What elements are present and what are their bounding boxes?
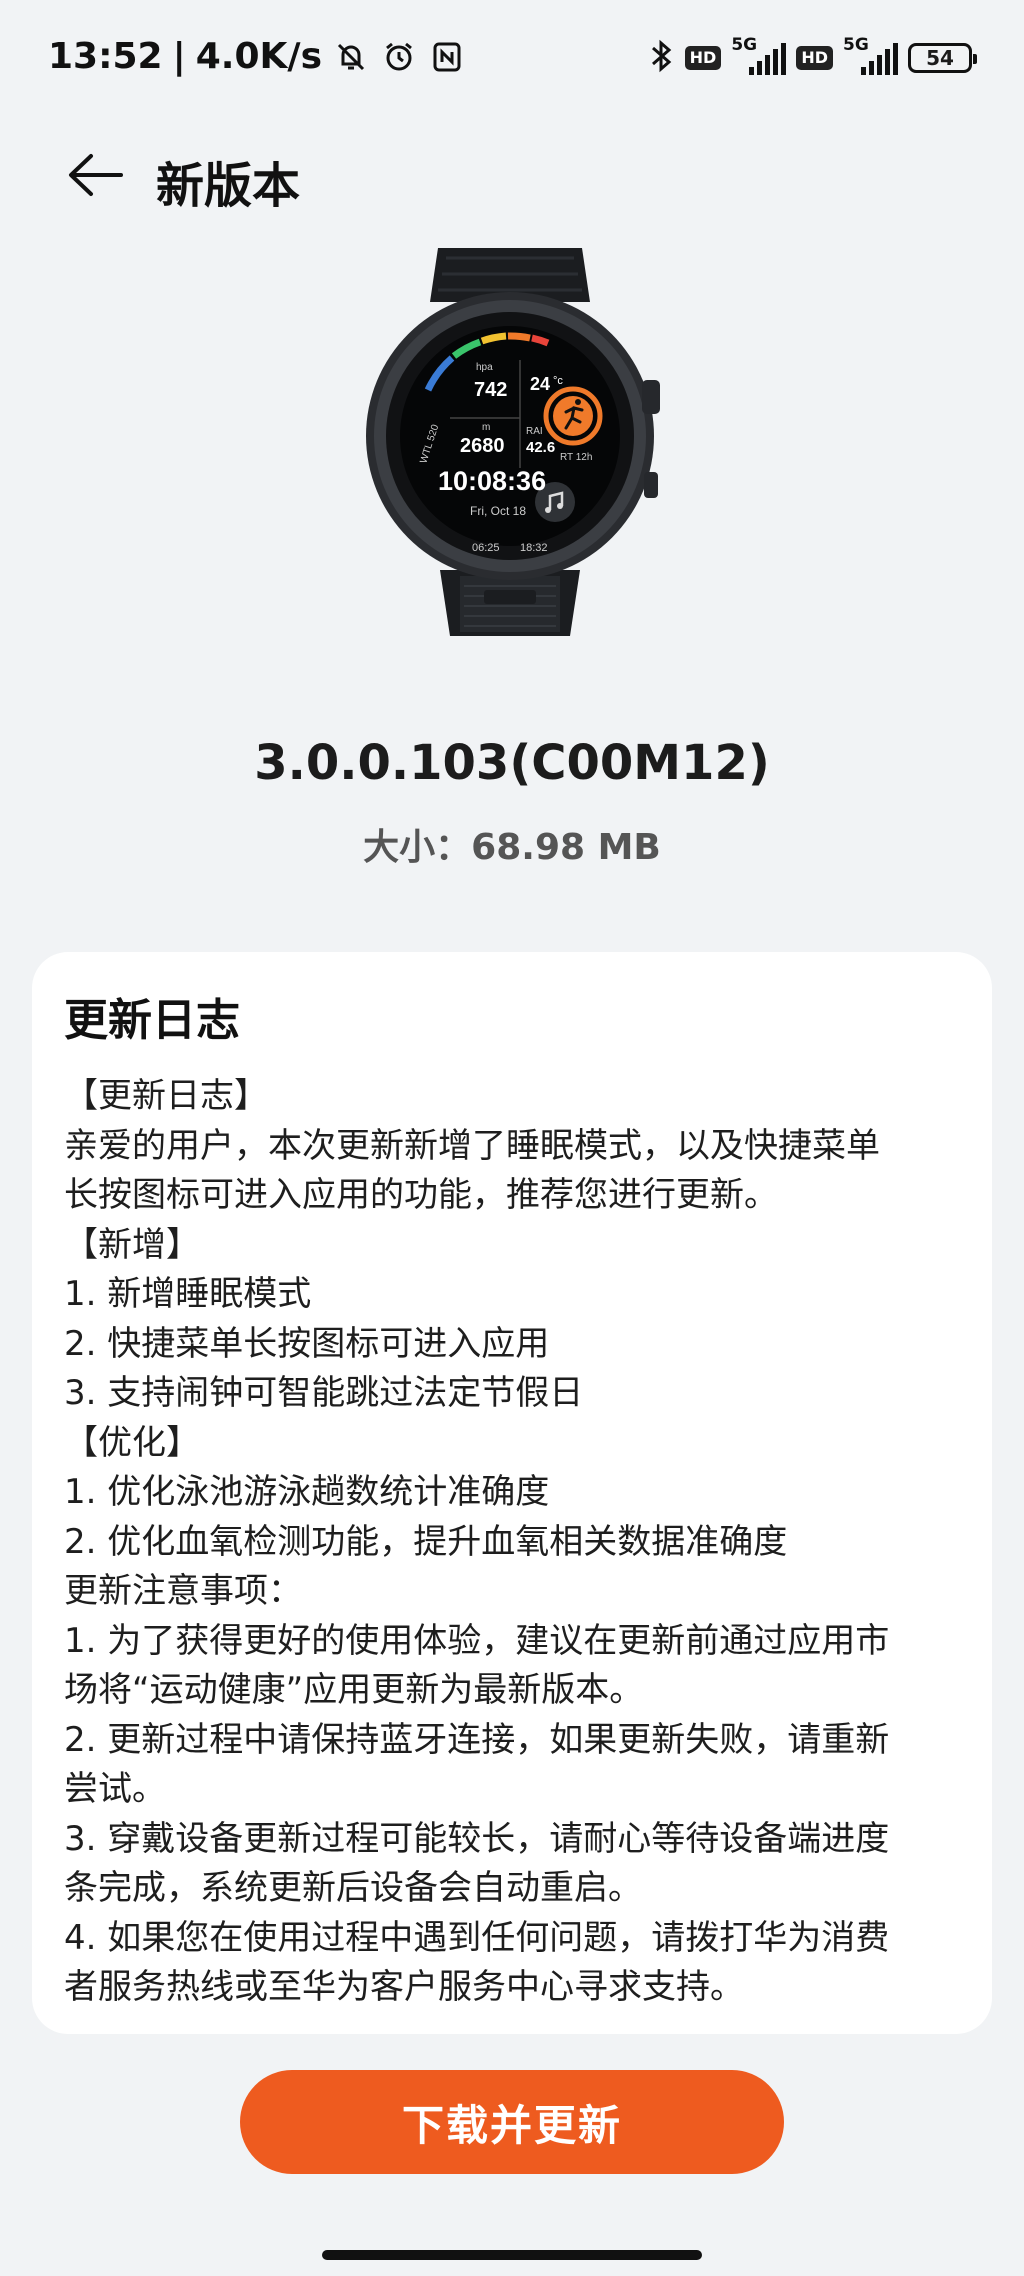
changelog-line: 者服务热线或至华为客户服务中心寻求支持。 xyxy=(64,1967,744,2007)
bluetooth-icon xyxy=(649,38,675,78)
watch-rt-label: RT 12h xyxy=(560,452,592,463)
changelog-line: 2. 快捷菜单长按图标可进入应用 xyxy=(64,1323,550,1364)
changelog-card: 更新日志 【更新日志】 亲爱的用户，本次更新新增了睡眠模式，以及快捷菜单 长按图… xyxy=(32,952,992,2034)
changelog-line: 3. 穿戴设备更新过程可能较长，请耐心等待设备端进度 xyxy=(64,1818,890,1859)
watch-rai-label: RAI xyxy=(526,426,543,437)
changelog-line: 2. 优化血氧检测功能，提升血氧相关数据准确度 xyxy=(64,1521,788,1562)
version-number: 3.0.0.103(C00M12) xyxy=(254,735,770,791)
changelog-line: 更新注意事项： xyxy=(64,1571,302,1611)
mute-icon xyxy=(332,38,370,76)
changelog-line: 1. 优化泳池游泳趟数统计准确度 xyxy=(64,1472,550,1512)
size-label: 大小： xyxy=(363,827,472,868)
changelog-line: 条完成，系统更新后设备会自动重启。 xyxy=(64,1868,642,1908)
home-indicator[interactable] xyxy=(322,2250,702,2260)
changelog-line: 【更新日志】 xyxy=(64,1076,268,1116)
header: 新版本 xyxy=(0,130,1024,220)
hd-badge-2: HD xyxy=(796,46,833,70)
hd-badge: HD xyxy=(684,46,722,70)
watch-pressure-unit: hpa xyxy=(476,362,493,373)
watch-date: Fri, Oct 18 xyxy=(470,504,526,518)
watch-rai-value: 42.6 xyxy=(526,439,555,456)
battery-indicator: 54 xyxy=(908,43,977,73)
changelog-line: 长按图标可进入应用的功能，推荐您进行更新。 xyxy=(64,1175,778,1215)
signal-strength-icon: 5G xyxy=(731,35,787,75)
status-right: HD 5G HD 5G 54 xyxy=(649,35,977,78)
watch-temp-unit: °c xyxy=(553,375,563,387)
status-bar: 13:52 | 4.0K/s HD 5G HD 5G 54 xyxy=(0,0,1024,120)
changelog-line: 场将“运动健康”应用更新为最新版本。 xyxy=(64,1670,644,1710)
watch-altitude: 2680 xyxy=(460,435,505,457)
changelog-body: 【更新日志】 亲爱的用户，本次更新新增了睡眠模式，以及快捷菜单 长按图标可进入应… xyxy=(64,1072,962,2013)
changelog-line: 3. 支持闹钟可智能跳过法定节假日 xyxy=(64,1373,584,1413)
back-button[interactable] xyxy=(60,140,130,210)
watch-temp: 24 xyxy=(530,374,550,394)
watch-image: hpa 742 24 °c m 2680 RAI 42.6 RT 12h 10:… xyxy=(360,240,660,640)
changelog-line: 尝试。 xyxy=(64,1769,166,1809)
watch-sunset: 18:32 xyxy=(520,542,548,554)
changelog-line: 4. 如果您在使用过程中遇到任何问题，请拨打华为消费 xyxy=(64,1917,890,1958)
changelog-line: 1. 新增睡眠模式 xyxy=(64,1274,312,1314)
changelog-line: 【优化】 xyxy=(64,1422,200,1463)
status-left: 13:52 | 4.0K/s xyxy=(48,36,466,77)
alarm-icon xyxy=(380,38,418,76)
page-title: 新版本 xyxy=(156,158,301,214)
watch-pressure: 742 xyxy=(474,379,507,401)
changelog-line: 1. 为了获得更好的使用体验，建议在更新前通过应用市 xyxy=(64,1620,890,1661)
status-time: 13:52 xyxy=(48,36,163,77)
signal-strength-icon-2: 5G xyxy=(843,35,898,75)
changelog-line: 【新增】 xyxy=(64,1224,200,1265)
status-separator: | xyxy=(172,36,186,77)
package-size: 大小：68.98 MB xyxy=(0,818,1024,870)
net-speed: 4.0K/s xyxy=(195,36,322,77)
changelog-line: 亲爱的用户，本次更新新增了睡眠模式，以及快捷菜单 xyxy=(64,1125,880,1166)
watch-sunrise: 06:25 xyxy=(472,542,500,554)
changelog-line: 2. 更新过程中请保持蓝牙连接，如果更新失败，请重新 xyxy=(64,1719,890,1760)
nfc-icon xyxy=(428,38,466,76)
watch-altitude-unit: m xyxy=(482,422,490,433)
size-value: 68.98 MB xyxy=(471,827,661,868)
changelog-title: 更新日志 xyxy=(64,995,240,1046)
back-arrow-icon xyxy=(69,154,123,196)
watch-time: 10:08:36 xyxy=(438,466,546,496)
download-and-update-button[interactable]: 下载并更新 xyxy=(240,2070,784,2174)
